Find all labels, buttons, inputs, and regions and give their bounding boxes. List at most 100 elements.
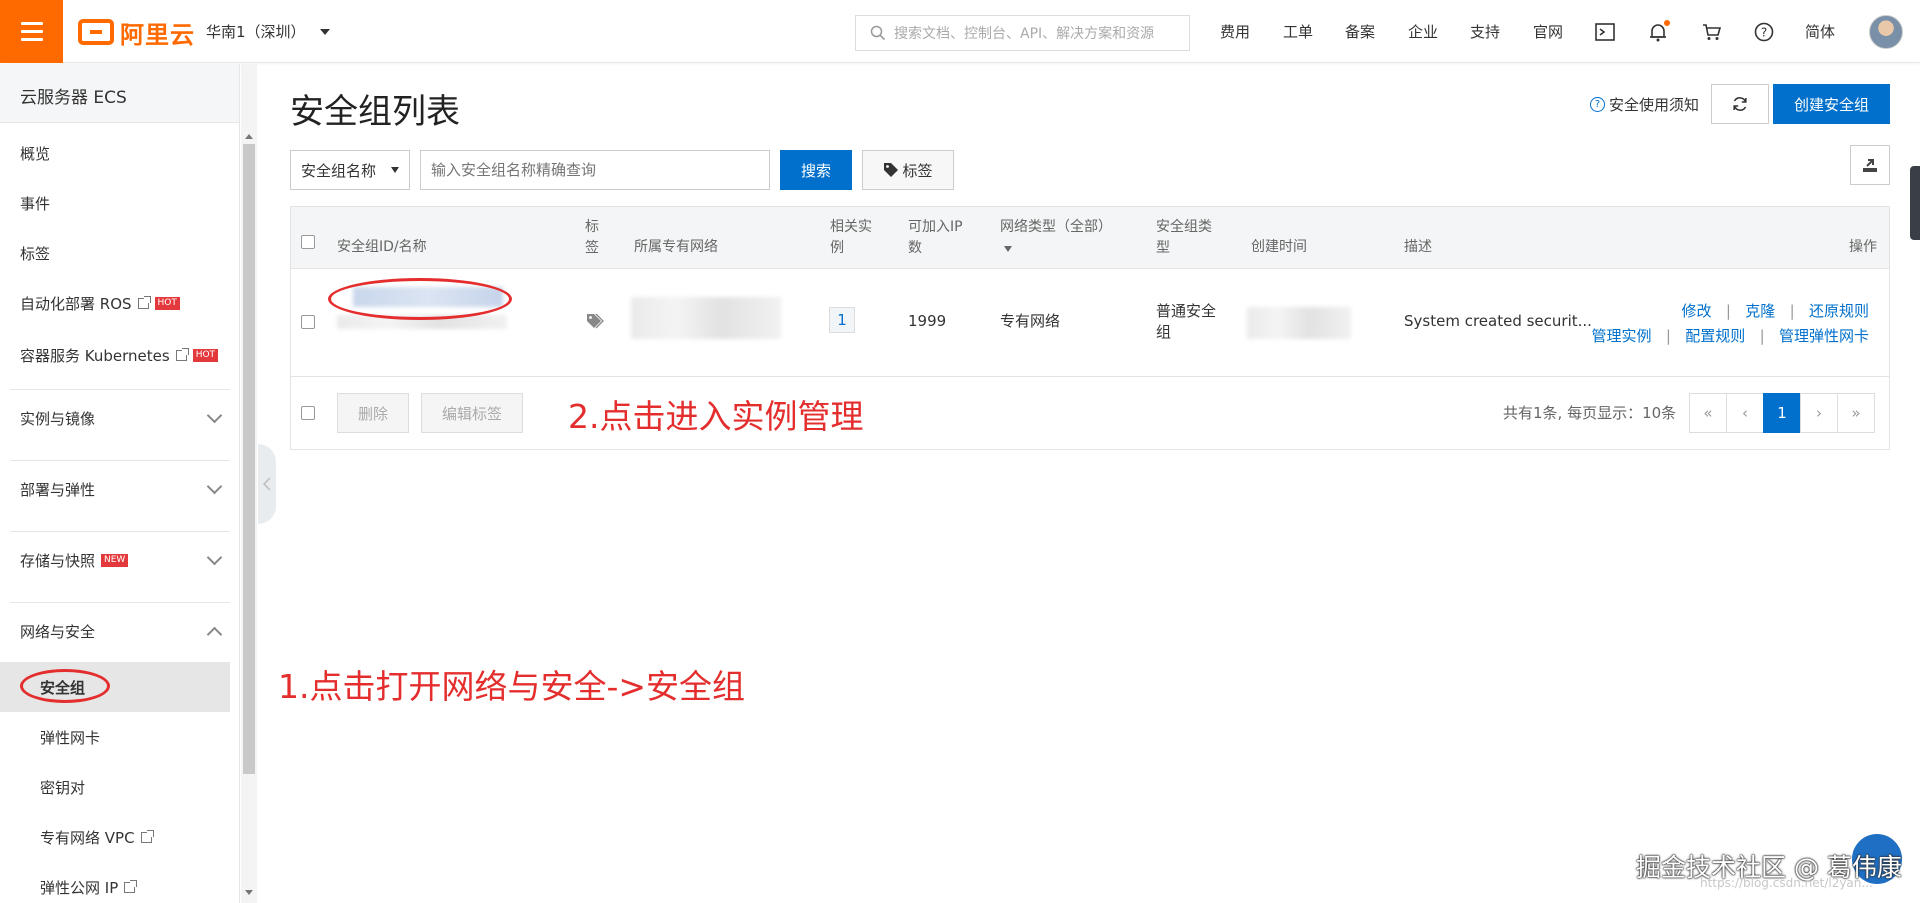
col-network-type-label: 网络类型（全部） bbox=[1000, 219, 1112, 235]
first-page-button[interactable]: « bbox=[1689, 393, 1727, 433]
refresh-button[interactable] bbox=[1711, 84, 1769, 124]
sidebar-item-overview[interactable]: 概览 bbox=[0, 138, 230, 168]
scroll-down-arrow-icon[interactable] bbox=[245, 890, 253, 895]
nav-tickets[interactable]: 工单 bbox=[1283, 0, 1313, 63]
export-button[interactable] bbox=[1850, 145, 1890, 185]
col-ip-l1: 可加入IP bbox=[908, 219, 963, 235]
table-footer: 删除 编辑标签 共有1条, 每页显示：10条 « ‹ 1 › » bbox=[291, 377, 1889, 449]
annotation-step-2: 2.点击进入实例管理 bbox=[568, 397, 864, 436]
sidebar-item-label: 容器服务 Kubernetes bbox=[20, 346, 170, 365]
scroll-up-arrow-icon[interactable] bbox=[245, 134, 253, 139]
clone-link[interactable]: 克隆 bbox=[1745, 302, 1775, 320]
pagination: « ‹ 1 › » bbox=[1689, 393, 1875, 433]
last-page-button[interactable]: » bbox=[1837, 393, 1875, 433]
bell-icon[interactable] bbox=[1646, 20, 1670, 44]
row-actions-line-1: 修改 | 克隆 | 还原规则 bbox=[1592, 299, 1869, 324]
nav-enterprise[interactable]: 企业 bbox=[1408, 0, 1438, 63]
region-selector[interactable]: 华南1（深圳） bbox=[206, 21, 330, 42]
nav-icp[interactable]: 备案 bbox=[1345, 0, 1375, 63]
prev-page-button[interactable]: ‹ bbox=[1726, 393, 1764, 433]
sidebar-title: 云服务器 ECS bbox=[0, 64, 239, 123]
col-ip-l2: 数 bbox=[908, 240, 922, 256]
chevron-down-icon bbox=[206, 478, 223, 495]
restore-rules-link[interactable]: 还原规则 bbox=[1809, 302, 1869, 320]
aliyun-logo[interactable]: 阿里云 bbox=[78, 17, 195, 49]
sidebar-item-events[interactable]: 事件 bbox=[0, 188, 230, 218]
sg-type-value: 普通安全组 bbox=[1156, 301, 1216, 343]
security-group-name-input[interactable] bbox=[420, 150, 770, 190]
sidebar-group-storage-snapshots[interactable]: 存储与快照 NEW bbox=[10, 531, 230, 589]
related-instances-link[interactable]: 1 bbox=[829, 307, 855, 333]
table-row: 1 1999 专有网络 普通安全组 System created securit… bbox=[291, 269, 1889, 377]
delete-button[interactable]: 删除 bbox=[337, 393, 409, 433]
caret-down-icon bbox=[391, 167, 399, 173]
search-button[interactable]: 搜索 bbox=[780, 150, 852, 190]
hamburger-menu-icon[interactable] bbox=[0, 0, 63, 63]
separator: | bbox=[1780, 302, 1805, 320]
sidebar-group-label: 网络与安全 bbox=[20, 623, 96, 641]
redacted-vpc bbox=[631, 297, 781, 339]
sidebar-item-eip[interactable]: 弹性公网 IP bbox=[0, 862, 230, 903]
global-search-input[interactable]: 搜索文档、控制台、API、解决方案和资源 bbox=[855, 15, 1190, 51]
terminal-icon[interactable] bbox=[1593, 20, 1617, 44]
sidebar-collapse-handle[interactable] bbox=[258, 444, 276, 524]
top-bar: 阿里云 华南1（深圳） 搜索文档、控制台、API、解决方案和资源 费用 工单 备… bbox=[0, 0, 1920, 63]
nav-billing[interactable]: 费用 bbox=[1220, 0, 1250, 63]
sidebar-item-ros[interactable]: 自动化部署 ROS HOT bbox=[0, 288, 230, 318]
sidebar-group-instances-images[interactable]: 实例与镜像 bbox=[10, 389, 230, 447]
col-actions: 操作 bbox=[1849, 239, 1877, 255]
footer-select-all-checkbox[interactable] bbox=[301, 406, 315, 420]
sidebar-item-label: 密钥对 bbox=[40, 778, 86, 797]
manage-instances-link[interactable]: 管理实例 bbox=[1592, 327, 1652, 345]
col-network-type-filter[interactable]: 网络类型（全部） bbox=[1000, 217, 1112, 259]
help-icon[interactable]: ? bbox=[1752, 20, 1776, 44]
separator: | bbox=[1750, 327, 1775, 345]
col-instances-l2: 例 bbox=[830, 240, 844, 256]
sidebar-item-kubernetes[interactable]: 容器服务 Kubernetes HOT bbox=[0, 340, 230, 370]
row-checkbox[interactable] bbox=[301, 315, 315, 329]
col-sg-type-l2: 型 bbox=[1156, 240, 1170, 256]
external-link-icon bbox=[175, 347, 189, 361]
col-sg-type: 安全组类型 bbox=[1156, 217, 1212, 259]
sidebar-item-elastic-nic[interactable]: 弹性网卡 bbox=[0, 712, 230, 762]
sidebar-item-tags[interactable]: 标签 bbox=[0, 238, 230, 268]
create-security-group-button[interactable]: 创建安全组 bbox=[1773, 84, 1890, 124]
table-header: 安全组ID/名称 标签 所属专有网络 相关实例 可加入IP 数 网络类型（全部） … bbox=[291, 207, 1889, 269]
sidebar-item-label: 事件 bbox=[20, 194, 51, 213]
select-all-checkbox[interactable] bbox=[301, 235, 315, 249]
scrollbar-thumb[interactable] bbox=[243, 144, 255, 774]
edit-tags-button[interactable]: 编辑标签 bbox=[421, 393, 523, 433]
network-type-value: 专有网络 bbox=[1000, 312, 1061, 330]
aliyun-logo-mark-icon bbox=[78, 19, 114, 45]
external-link-icon bbox=[124, 879, 138, 893]
configure-rules-link[interactable]: 配置规则 bbox=[1685, 327, 1745, 345]
sidebar-group-deployment-elasticity[interactable]: 部署与弹性 bbox=[10, 460, 230, 518]
language-switch[interactable]: 简体 bbox=[1805, 0, 1835, 63]
row-actions: 修改 | 克隆 | 还原规则 管理实例 | 配置规则 | 管理弹性网卡 bbox=[1592, 299, 1869, 349]
tag-filter-button[interactable]: 标签 bbox=[862, 150, 954, 190]
tag-icon[interactable] bbox=[586, 313, 604, 329]
avatar[interactable] bbox=[1869, 15, 1903, 49]
ip-available-value: 1999 bbox=[908, 312, 947, 330]
sidebar-item-label: 自动化部署 ROS bbox=[20, 294, 132, 313]
page-1-button[interactable]: 1 bbox=[1763, 393, 1801, 433]
sidebar-item-key-pairs[interactable]: 密钥对 bbox=[0, 762, 230, 812]
sidebar: 云服务器 ECS 概览 事件 标签 自动化部署 ROS HOT 容器服务 Kub… bbox=[0, 64, 240, 903]
modify-link[interactable]: 修改 bbox=[1682, 302, 1712, 320]
sidebar-group-network-security[interactable]: 网络与安全 bbox=[10, 602, 230, 660]
export-icon bbox=[1863, 159, 1877, 172]
col-vpc: 所属专有网络 bbox=[634, 239, 718, 255]
sidebar-item-vpc[interactable]: 专有网络 VPC bbox=[0, 812, 230, 862]
sidebar-scrollbar[interactable] bbox=[241, 64, 257, 903]
col-tag-l2: 签 bbox=[585, 240, 599, 256]
nav-support[interactable]: 支持 bbox=[1470, 0, 1500, 63]
next-page-button[interactable]: › bbox=[1800, 393, 1838, 433]
security-notice-link[interactable]: ? 安全使用须知 bbox=[1590, 94, 1699, 115]
filter-field-select[interactable]: 安全组名称 bbox=[290, 150, 410, 190]
feedback-side-tab[interactable] bbox=[1910, 166, 1920, 240]
nav-website[interactable]: 官网 bbox=[1533, 0, 1563, 63]
cart-icon[interactable] bbox=[1700, 20, 1724, 44]
manage-elastic-nic-link[interactable]: 管理弹性网卡 bbox=[1779, 327, 1869, 345]
hot-badge: HOT bbox=[154, 296, 180, 310]
chevron-down-icon bbox=[206, 549, 223, 566]
